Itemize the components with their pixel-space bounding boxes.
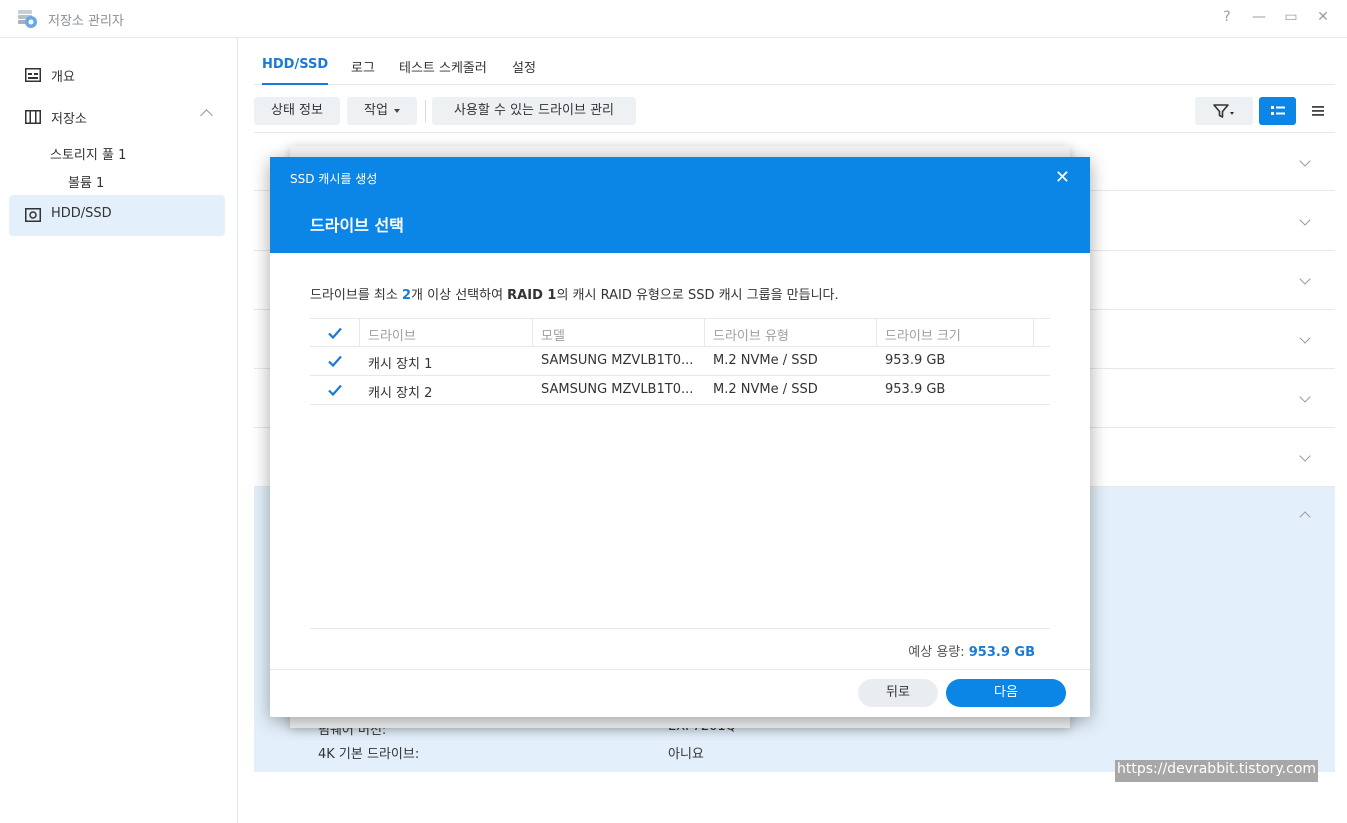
overview-icon	[25, 68, 41, 82]
action-button[interactable]: 작업	[347, 97, 417, 125]
table-row[interactable]: 캐시 장치 2 SAMSUNG MZVLB1T0... M.2 NVMe / S…	[310, 376, 1050, 405]
detail-label-4k: 4K 기본 드라이브:	[318, 747, 420, 762]
row-checkbox[interactable]	[327, 353, 343, 369]
chevron-down-icon[interactable]	[1299, 332, 1311, 344]
sidebar-item-label: 개요	[51, 70, 75, 85]
cell-type: M.2 NVMe / SSD	[713, 382, 818, 397]
minimize-icon[interactable]: —	[1251, 9, 1267, 25]
cell-size: 953.9 GB	[885, 382, 946, 397]
column-header-model[interactable]: 모델	[541, 325, 565, 344]
sidebar-item-storage[interactable]: 저장소	[9, 97, 225, 137]
detail-list-icon	[1270, 105, 1285, 115]
column-divider	[532, 319, 533, 347]
hdd-icon	[25, 208, 41, 222]
chevron-down-icon[interactable]	[1299, 214, 1311, 226]
column-divider	[876, 319, 877, 347]
storage-manager-icon	[18, 10, 37, 28]
tab-bar: HDD/SSD 로그 테스트 스케줄러 설정	[254, 38, 1335, 85]
sidebar-item-label: HDD/SSD	[51, 206, 112, 221]
cell-drive: 캐시 장치 2	[368, 386, 433, 401]
chevron-down-icon[interactable]	[1299, 155, 1311, 167]
sidebar-item-hdd-ssd[interactable]: HDD/SSD	[9, 195, 225, 236]
column-divider	[704, 319, 705, 347]
footer-divider	[270, 669, 1090, 670]
table-row[interactable]: 캐시 장치 1 SAMSUNG MZVLB1T0... M.2 NVMe / S…	[310, 347, 1050, 376]
close-icon[interactable]: ✕	[1315, 9, 1331, 25]
dialog-close-icon[interactable]: ✕	[1055, 167, 1070, 188]
tab-test-scheduler[interactable]: 테스트 스케줄러	[399, 57, 487, 76]
storage-icon	[25, 110, 41, 124]
back-button[interactable]: 뒤로	[858, 679, 938, 707]
table-header: 드라이브 모델 드라이브 유형 드라이브 크기	[310, 318, 1050, 347]
action-button-label: 작업	[364, 103, 388, 118]
dialog-description: 드라이브를 최소 2개 이상 선택하여 RAID 1의 캐시 RAID 유형으로…	[310, 288, 839, 303]
list-icon	[1311, 105, 1324, 116]
column-divider	[1033, 319, 1034, 347]
window-title: 저장소 관리자	[48, 14, 124, 29]
sidebar-item-label: 저장소	[51, 112, 87, 127]
filter-button[interactable]	[1195, 97, 1253, 125]
column-divider	[359, 319, 360, 347]
sidebar: 개요 저장소 스토리지 풀 1 볼륨 1 HDD/SSD	[0, 38, 238, 823]
filter-icon	[1213, 103, 1234, 118]
row-checkbox[interactable]	[327, 382, 343, 398]
detail-view-button[interactable]	[1259, 97, 1296, 125]
detail-value-4k: 아니요	[668, 747, 704, 762]
column-header-drive[interactable]: 드라이브	[368, 325, 416, 344]
list-view-button[interactable]	[1300, 97, 1335, 125]
cell-model: SAMSUNG MZVLB1T0...	[541, 382, 694, 397]
divider	[310, 628, 1050, 629]
capacity-value: 953.9 GB	[968, 645, 1035, 660]
cell-drive: 캐시 장치 1	[368, 357, 433, 372]
maximize-icon[interactable]: ▭	[1283, 9, 1299, 25]
toolbar-divider	[425, 100, 426, 122]
dialog-title: SSD 캐시를 생성	[290, 172, 378, 186]
chevron-up-icon[interactable]	[200, 109, 213, 122]
column-header-size[interactable]: 드라이브 크기	[885, 325, 961, 344]
chevron-down-icon[interactable]	[1299, 450, 1311, 462]
sidebar-item-overview[interactable]: 개요	[9, 55, 225, 95]
caret-down-icon	[393, 108, 400, 113]
column-header-type[interactable]: 드라이브 유형	[713, 325, 789, 344]
manage-drives-button[interactable]: 사용할 수 있는 드라이브 관리	[432, 97, 636, 125]
estimated-capacity: 예상 용량: 953.9 GB	[908, 641, 1035, 660]
select-all-checkbox[interactable]	[327, 325, 343, 341]
tab-active-indicator	[262, 83, 328, 85]
tab-settings[interactable]: 설정	[512, 57, 536, 76]
create-ssd-cache-dialog: SSD 캐시를 생성 ✕ 드라이브 선택 드라이브를 최소 2개 이상 선택하여…	[270, 157, 1090, 717]
sidebar-item-storage-pool[interactable]: 스토리지 풀 1	[50, 144, 126, 163]
chevron-down-icon[interactable]	[1299, 273, 1311, 285]
status-info-button[interactable]: 상태 정보	[254, 97, 340, 125]
cell-size: 953.9 GB	[885, 353, 946, 368]
title-bar: 저장소 관리자 ? — ▭ ✕	[0, 0, 1347, 38]
dialog-step-title: 드라이브 선택	[310, 216, 404, 235]
chevron-down-icon[interactable]	[1299, 391, 1311, 403]
cell-type: M.2 NVMe / SSD	[713, 353, 818, 368]
tab-log[interactable]: 로그	[351, 57, 375, 76]
dialog-header: SSD 캐시를 생성 ✕ 드라이브 선택	[270, 157, 1090, 253]
next-button[interactable]: 다음	[946, 679, 1066, 707]
help-icon[interactable]: ?	[1219, 9, 1235, 25]
sidebar-item-volume[interactable]: 볼륨 1	[68, 172, 104, 191]
capacity-label: 예상 용량:	[908, 645, 969, 660]
watermark: https://devrabbit.tistory.com	[1115, 760, 1319, 782]
tab-hdd-ssd[interactable]: HDD/SSD	[262, 57, 328, 72]
cell-model: SAMSUNG MZVLB1T0...	[541, 353, 694, 368]
chevron-up-icon[interactable]	[1299, 511, 1311, 523]
